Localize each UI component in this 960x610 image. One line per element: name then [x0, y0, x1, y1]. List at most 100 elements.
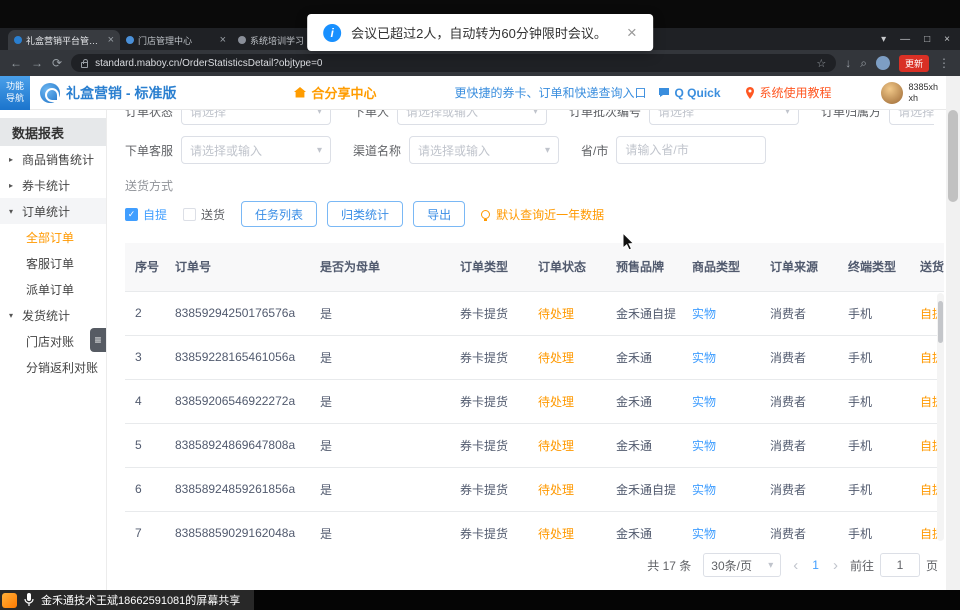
- address-bar[interactable]: standard.maboy.cn/OrderStatisticsDetail?…: [71, 54, 836, 72]
- cell-order-source: 消费者: [760, 335, 838, 379]
- select-placeholder: 请选择或输入: [190, 142, 262, 159]
- cell-goods-type[interactable]: 实物: [682, 291, 760, 335]
- checkbox-unchecked-icon[interactable]: [183, 208, 196, 221]
- logo-icon: [40, 83, 60, 103]
- user-name-line1: 8385xh: [908, 82, 938, 92]
- table-row[interactable]: 7 83858859029162048a 是 券卡提货 待处理 金禾通 实物 消…: [125, 511, 944, 541]
- table-scrollbar-thumb[interactable]: [938, 301, 943, 343]
- tab-close-icon[interactable]: ×: [108, 34, 114, 46]
- meeting-toast: i 会议已超过2人，自动转为60分钟限时会议。 ×: [307, 14, 653, 51]
- main-content: 订单状态 请选择 ▾ 下单人 请选择或输入 ▾ 订单批次编号: [107, 110, 960, 590]
- province-city-input[interactable]: [616, 136, 766, 164]
- sidebar-collapse-handle[interactable]: ≡: [90, 328, 106, 352]
- browser-tab-1[interactable]: 礼盒营销平台管理中心 ×: [8, 30, 120, 50]
- tabs-menu-icon[interactable]: ▾: [881, 34, 886, 45]
- cell-order-status: 待处理: [528, 423, 606, 467]
- microphone-icon: [24, 593, 34, 607]
- sidebar-item-all-orders[interactable]: 全部订单: [0, 224, 106, 250]
- pin-icon: [745, 87, 755, 99]
- page-size-select[interactable]: 30条/页 ▾: [703, 553, 781, 577]
- order-owner-select[interactable]: 请选择或输入 ▾: [889, 110, 934, 125]
- sidebar-item-service-orders[interactable]: 客服订单: [0, 250, 106, 276]
- cell-order-no: 83859206546922272a: [165, 379, 310, 423]
- delivery-checkbox[interactable]: 送货: [183, 206, 225, 223]
- batch-no-select[interactable]: 请选择 ▾: [649, 110, 799, 125]
- toast-close-icon[interactable]: ×: [627, 24, 637, 41]
- pickup-checkbox[interactable]: ✓ 自提: [125, 206, 167, 223]
- orderer-select[interactable]: 请选择或输入 ▾: [397, 110, 547, 125]
- app-body: 数据报表 ▸ 商品销售统计 ▸ 券卡统计 ▾ 订单统计 全部订单 客服订单 派单…: [0, 110, 960, 590]
- sidebar-item-order-stats[interactable]: ▾ 订单统计: [0, 198, 106, 224]
- cell-order-no: 83859228165461056a: [165, 335, 310, 379]
- forward-icon[interactable]: →: [31, 57, 43, 69]
- task-list-button[interactable]: 任务列表: [241, 201, 317, 227]
- back-icon[interactable]: ←: [10, 57, 22, 69]
- cell-goods-type[interactable]: 实物: [682, 423, 760, 467]
- filter-label: 订单归属方: [821, 110, 881, 120]
- nav-toggle-line2: 导航: [6, 93, 24, 104]
- url-text[interactable]: standard.maboy.cn/OrderStatisticsDetail?…: [95, 58, 809, 69]
- service-agent-select[interactable]: 请选择或输入 ▾: [181, 136, 331, 164]
- quick-search-link[interactable]: Q Quick: [658, 86, 720, 100]
- select-placeholder: 请选择或输入: [406, 110, 478, 120]
- tutorial-link[interactable]: 系统使用教程: [745, 84, 831, 101]
- cell-presale-brand: 金禾通自提: [606, 291, 682, 335]
- page-scrollbar[interactable]: [946, 76, 960, 590]
- filter-orderer: 下单人 请选择或输入 ▾: [353, 110, 547, 125]
- sidebar-item-dispatch-orders[interactable]: 派单订单: [0, 276, 106, 302]
- browser-tab-2[interactable]: 门店管理中心 ×: [120, 30, 232, 50]
- browser-profile-avatar[interactable]: [876, 56, 890, 70]
- order-status-select[interactable]: 请选择 ▾: [181, 110, 331, 125]
- table-row[interactable]: 4 83859206546922272a 是 券卡提货 待处理 金禾通 实物 消…: [125, 379, 944, 423]
- cell-presale-brand: 金禾通: [606, 335, 682, 379]
- table-row[interactable]: 3 83859228165461056a 是 券卡提货 待处理 金禾通 实物 消…: [125, 335, 944, 379]
- table-row[interactable]: 2 83859294250176576a 是 券卡提货 待处理 金禾通自提 实物…: [125, 291, 944, 335]
- sidebar-item-coupon-stats[interactable]: ▸ 券卡统计: [0, 172, 106, 198]
- cell-presale-brand: 金禾通: [606, 423, 682, 467]
- reload-icon[interactable]: ⟳: [52, 57, 62, 69]
- browser-menu-icon[interactable]: ⋮: [938, 57, 950, 69]
- table-row[interactable]: 6 83858924859261856a 是 券卡提货 待处理 金禾通自提 实物…: [125, 467, 944, 511]
- chevron-down-icon: ▾: [768, 560, 773, 571]
- bookmark-star-icon[interactable]: ☆: [816, 57, 826, 70]
- checkbox-checked-icon[interactable]: ✓: [125, 208, 138, 221]
- user-avatar[interactable]: [881, 82, 903, 104]
- search-icon[interactable]: ⌕: [860, 57, 867, 69]
- cell-goods-type[interactable]: 实物: [682, 335, 760, 379]
- table-scrollbar[interactable]: [937, 293, 944, 541]
- page-scrollbar-thumb[interactable]: [948, 110, 958, 202]
- current-page[interactable]: 1: [810, 558, 821, 572]
- function-nav-toggle[interactable]: 功能 导航: [0, 76, 30, 110]
- share-center-link[interactable]: 合分享中心: [294, 83, 376, 102]
- table-header-row: 序号 订单号 是否为母单 订单类型 订单状态 预售品牌 商品类型 订单来源 终端…: [125, 243, 944, 291]
- channel-name-select[interactable]: 请选择或输入 ▾: [409, 136, 559, 164]
- cell-order-no: 83858924869647808a: [165, 423, 310, 467]
- browser-update-button[interactable]: 更新: [899, 55, 929, 72]
- sidebar-item-shipping-stats[interactable]: ▾ 发货统计: [0, 302, 106, 328]
- cell-goods-type[interactable]: 实物: [682, 379, 760, 423]
- tab-close-icon[interactable]: ×: [220, 34, 226, 46]
- minimize-icon[interactable]: —: [900, 34, 910, 45]
- menu-icon: ≡: [94, 333, 101, 347]
- goto-page-input[interactable]: [880, 553, 920, 577]
- prev-page-icon[interactable]: ‹: [793, 558, 798, 573]
- download-icon[interactable]: ↓: [845, 57, 851, 69]
- sidebar-item-product-sales[interactable]: ▸ 商品销售统计: [0, 146, 106, 172]
- cell-order-no: 83858859029162048a: [165, 511, 310, 541]
- window-close-icon[interactable]: ×: [944, 34, 950, 45]
- window-controls: ▾ — □ ×: [871, 28, 960, 50]
- user-profile[interactable]: 8385xh xh: [881, 82, 938, 104]
- filter-label: 省/市: [581, 142, 608, 159]
- sidebar-item-rebate-reconciliation[interactable]: 分销返利对账: [0, 354, 106, 380]
- export-button[interactable]: 导出: [413, 201, 465, 227]
- screen-share-indicator[interactable]: 金禾通技术王斌18662591081的屏幕共享: [0, 590, 254, 610]
- info-icon: i: [323, 24, 341, 42]
- cell-goods-type[interactable]: 实物: [682, 511, 760, 541]
- category-stats-button[interactable]: 归类统计: [327, 201, 403, 227]
- next-page-icon[interactable]: ›: [833, 558, 838, 573]
- sidebar-item-label: 券卡统计: [22, 177, 70, 194]
- table-row[interactable]: 5 83858924869647808a 是 券卡提货 待处理 金禾通 实物 消…: [125, 423, 944, 467]
- cell-seq: 6: [125, 467, 165, 511]
- maximize-icon[interactable]: □: [924, 34, 930, 45]
- cell-goods-type[interactable]: 实物: [682, 467, 760, 511]
